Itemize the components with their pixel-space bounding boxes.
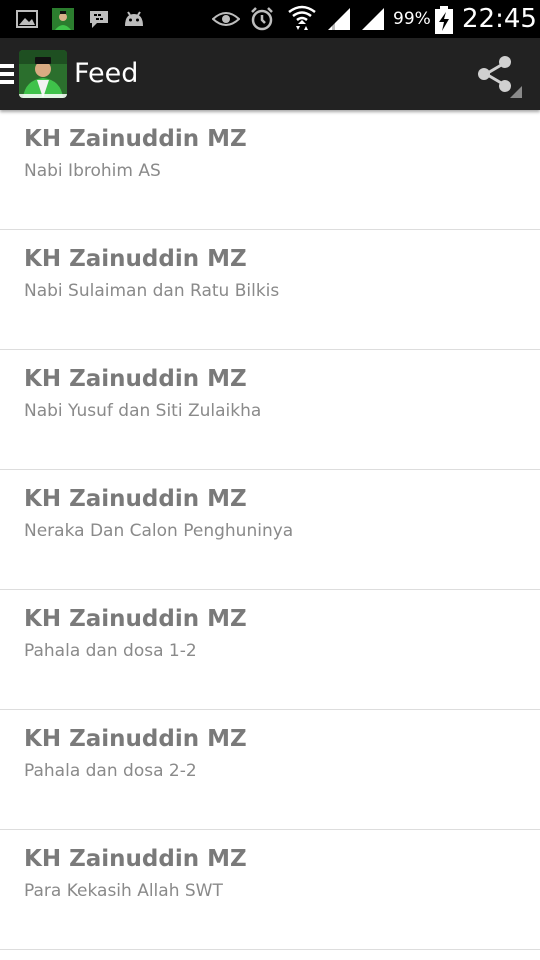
gallery-icon bbox=[16, 10, 38, 28]
list-item[interactable]: KH Zainuddin MZ Para Kekasih Allah SWT bbox=[0, 830, 540, 950]
list-item[interactable]: KH Zainuddin MZ Nabi Yusuf dan Siti Zula… bbox=[0, 350, 540, 470]
item-subtitle: Nabi Yusuf dan Siti Zulaikha bbox=[24, 401, 262, 421]
list-item[interactable]: KH Zainuddin MZ Pahala dan dosa 2-2 bbox=[0, 710, 540, 830]
battery-percent: 99% bbox=[393, 9, 431, 29]
list-item[interactable]: KH Zainuddin MZ Neraka Dan Calon Penghun… bbox=[0, 470, 540, 590]
status-bar: 99% 22:45 bbox=[0, 0, 540, 38]
item-title: KH Zainuddin MZ bbox=[24, 366, 247, 392]
app-logo[interactable] bbox=[19, 50, 67, 98]
action-bar: Feed bbox=[0, 38, 540, 110]
app-avatar-icon bbox=[52, 8, 74, 30]
item-title: KH Zainuddin MZ bbox=[24, 126, 247, 152]
item-title: KH Zainuddin MZ bbox=[24, 486, 247, 512]
share-icon bbox=[478, 56, 522, 98]
item-title: KH Zainuddin MZ bbox=[24, 246, 247, 272]
avatar-portrait bbox=[19, 50, 67, 98]
item-title: KH Zainuddin MZ bbox=[24, 606, 247, 632]
share-button[interactable] bbox=[470, 50, 526, 100]
eye-icon bbox=[212, 12, 240, 26]
page-title: Feed bbox=[74, 58, 139, 89]
feed-list: KH Zainuddin MZ Nabi Ibrohim AS KH Zainu… bbox=[0, 110, 540, 950]
battery-charging-icon bbox=[435, 6, 453, 34]
item-subtitle: Nabi Ibrohim AS bbox=[24, 161, 161, 181]
item-subtitle: Pahala dan dosa 2-2 bbox=[24, 761, 197, 781]
list-item[interactable]: KH Zainuddin MZ Nabi Sulaiman dan Ratu B… bbox=[0, 230, 540, 350]
item-subtitle: Neraka Dan Calon Penghuninya bbox=[24, 521, 294, 541]
item-title: KH Zainuddin MZ bbox=[24, 726, 247, 752]
item-subtitle: Nabi Sulaiman dan Ratu Bilkis bbox=[24, 281, 280, 301]
list-item[interactable]: KH Zainuddin MZ Pahala dan dosa 1-2 bbox=[0, 590, 540, 710]
item-title: KH Zainuddin MZ bbox=[24, 846, 247, 872]
wifi-icon bbox=[288, 5, 316, 30]
item-subtitle: Pahala dan dosa 1-2 bbox=[24, 641, 197, 661]
menu-icon[interactable] bbox=[0, 64, 14, 84]
signal-icon bbox=[362, 8, 384, 30]
clock: 22:45 bbox=[462, 4, 537, 34]
bbm-icon bbox=[90, 11, 108, 28]
alarm-icon bbox=[251, 7, 273, 31]
list-item[interactable]: KH Zainuddin MZ Nabi Ibrohim AS bbox=[0, 110, 540, 230]
android-icon bbox=[125, 11, 143, 26]
item-subtitle: Para Kekasih Allah SWT bbox=[24, 881, 223, 901]
signal-icon bbox=[328, 8, 350, 30]
